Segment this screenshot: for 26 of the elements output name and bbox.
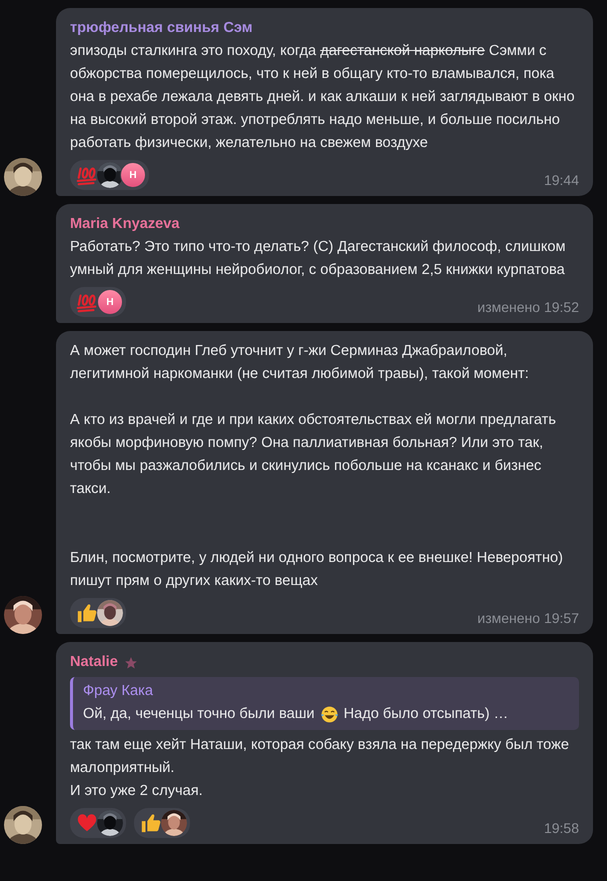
laughing-face-icon [320, 705, 339, 724]
message-text: Работать? Это типо что-то делать? (С) Дагестанский философ, слишком умный для женщины нейробиолог, с образованием 2,5 книжки курпатова [70, 238, 567, 280]
thumbs-up-icon [140, 812, 162, 834]
message-time: 19:58 [544, 819, 579, 837]
reaction-button[interactable]: Н [70, 160, 149, 190]
quote-author: Фрау Кака [83, 682, 154, 701]
message-time: 19:44 [544, 171, 579, 189]
sender-name[interactable]: Maria Knyazeva [70, 213, 180, 236]
reaction-button[interactable]: Н [70, 287, 126, 317]
heart-icon [76, 812, 98, 834]
avatar: Н [120, 162, 146, 188]
message-time: изменено 19:52 [477, 298, 579, 316]
reaction-button[interactable] [70, 808, 126, 838]
message-text: А может господин Глеб уточнит у г-жи Серминаз Джабраиловой, легитимной наркоманки (не считая любимой травы), такой момент: А кто из врачей и где и при каких обстоятельствах ей могли предлагать якобы морфиновую помпу? Она паллиативная больная? Или это так, чтобы мы разжалобились и скинулись побольше на ксанакс и бизнес такси. Блин, посмотрите, у людей ни одного вопроса к ее внешке! Невероятно) пишут прям о других каких-то вещах [70, 342, 564, 591]
message-text: так там еще хейт Наташи, которая собаку взяла на передержку был тоже малоприятный. И это уже 2 случая. [70, 736, 570, 801]
reaction-button[interactable] [70, 598, 126, 628]
reaction-button[interactable] [134, 808, 190, 838]
thumbs-up-icon [76, 602, 98, 624]
quote-text: Надо было отсыпать) … [344, 705, 508, 724]
message-time: изменено 19:57 [477, 609, 579, 627]
sender-name[interactable]: Natalie [70, 651, 118, 674]
avatar: Н [97, 289, 123, 315]
sender-name[interactable]: трюфельная свинья Сэм [70, 17, 253, 40]
message-text: эпизоды сталкинга это походу, когда дагестанской нарколыге Сэмми с обжорства померещилось, что к ней в общагу кто-то вламывался, пока она в рехабе лежала девять дней. и как алкаши к ней заглядывают в окно на высокий второй этаж. употреблять надо меньше, и больше посильно работать физически, желательно на свежем воздухе [70, 42, 576, 153]
reply-quote[interactable]: Фрау Кака Ой, да, чеченцы точно были ваши Надо было отсыпать) … [70, 677, 579, 730]
quote-text: Ой, да, чеченцы точно были ваши [83, 705, 315, 724]
